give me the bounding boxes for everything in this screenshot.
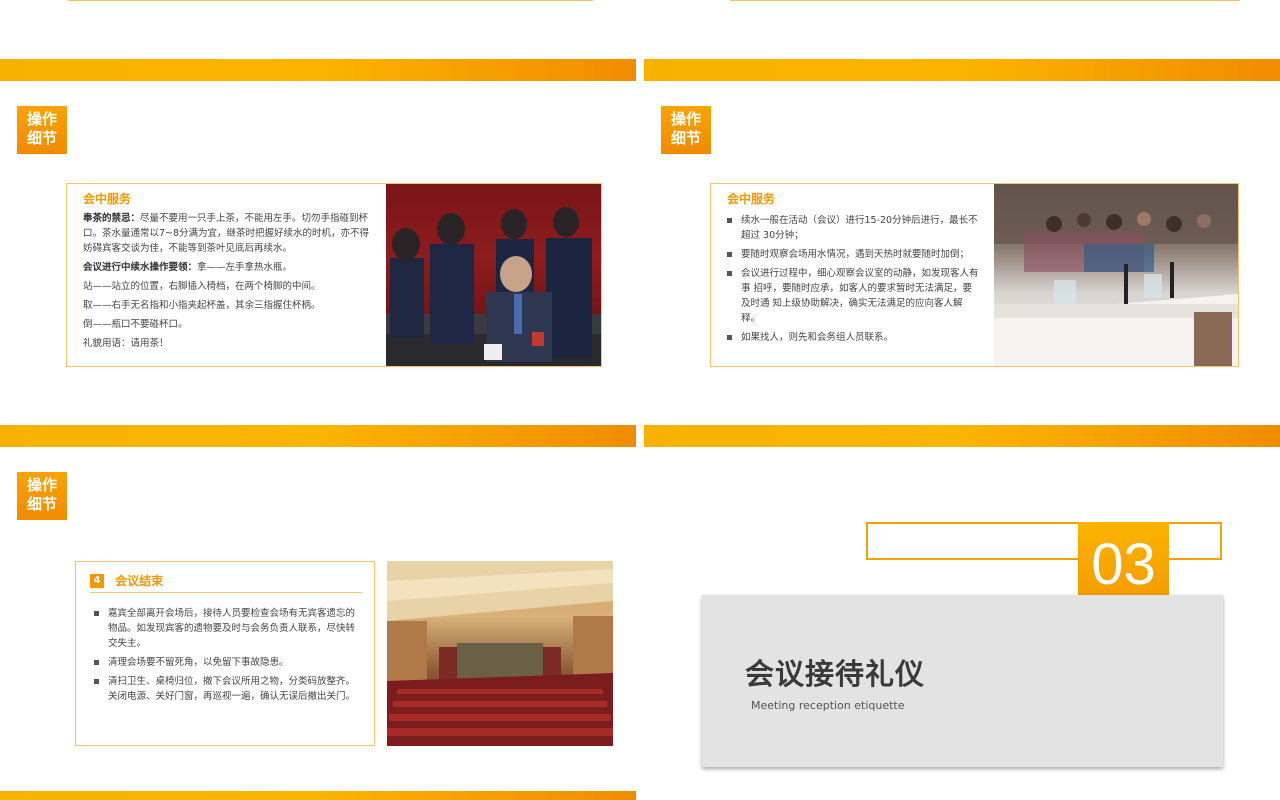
divider-line [730,0,1240,1]
bullet-item: 清理会场要不留死角，以免留下事故隐患。 [94,655,362,670]
footer-bar [0,791,636,800]
refill-paragraph: 会议进行中续水操作要领：拿——左手拿热水瓶。 [83,260,373,275]
step-number-badge: 4 [90,573,104,588]
tea-service-photo [386,184,601,366]
meeting-room-photo [994,184,1238,366]
slide-thumbnail-2[interactable]: 操作 细节 会中服务 续水一般在活动（会议）进行15-20分钟后进行，最长不超过… [644,59,1280,421]
step-line: 站——站立的位置，右脚插入椅档，在两个椅脚的中间。 [83,281,321,292]
step-line: 礼貌用语：请用茶！ [83,338,169,349]
content-card: 会中服务 奉茶的禁忌：尽量不要用一只手上茶，不能用左手。切勿手指碰到杯口。茶水量… [66,183,602,367]
card-title: 会中服务 [727,192,776,206]
content-card: 4 会议结束 嘉宾全部离开会场后，接待人员要检查会场有无宾客遗忘的物品。如发现宾… [75,561,375,746]
tag-label: 操作 细节 [26,476,57,513]
tea-service-illustration [386,207,601,366]
tag-label: 操作 细节 [670,110,701,147]
slide-partial-top-left[interactable] [0,0,636,55]
tea-taboo-heading: 奉茶的禁忌： [83,213,141,224]
section-number: 03 [1091,532,1156,597]
card-title: 会议结束 [115,574,164,588]
slide-thumbnail-1[interactable]: 操作 细节 会中服务 奉茶的禁忌：尽量不要用一只手上茶，不能用左手。切勿手指碰到… [0,59,636,421]
auditorium-photo [387,561,613,746]
header-bar [644,425,1280,447]
header-bar [0,425,636,447]
section-tag: 操作 细节 [17,106,67,154]
header-bar [0,59,636,81]
service-bullets: 续水一般在活动（会议）进行15-20分钟后进行，最长不超过 30分钟； 要随时观… [727,213,979,345]
auditorium-illustration [387,561,613,746]
refill-heading: 会议进行中续水操作要领： [83,262,198,273]
card-header: 4 会议结束 [90,570,362,593]
step-line: 倒——瓶口不要碰杯口。 [83,319,188,330]
content-card: 会中服务 续水一般在活动（会议）进行15-20分钟后进行，最长不超过 30分钟；… [710,183,1239,367]
tea-taboo-paragraph: 奉茶的禁忌：尽量不要用一只手上茶，不能用左手。切勿手指碰到杯口。茶水量通常以7~… [83,211,373,256]
bullet-item: 嘉宾全部离开会场后，接待人员要检查会场有无宾客遗忘的物品。如发现宾客的遗物要及时… [94,606,362,651]
bullet-item: 会议进行过程中，细心观察会议室的动静，如发现客人有事 招呼，要随时应承，如客人的… [727,266,979,326]
card-title: 会中服务 [83,192,132,206]
section-tag: 操作 细节 [17,472,67,520]
bullet-item: 续水一般在活动（会议）进行15-20分钟后进行，最长不超过 30分钟； [727,213,979,243]
refill-text: 拿——左手拿热水瓶。 [197,262,293,273]
slide-thumbnail-4[interactable]: 03 会议接待礼仪 Meeting reception etiquette [644,425,1280,800]
tag-label: 操作 细节 [26,110,57,147]
section-tag: 操作 细节 [661,106,711,154]
divider-line [68,0,593,1]
end-of-meeting-bullets: 嘉宾全部离开会场后，接待人员要检查会场有无宾客遗忘的物品。如发现宾客的遗物要及时… [94,606,362,708]
section-title: 会议接待礼仪 [745,657,926,691]
section-subtitle: Meeting reception etiquette [751,699,905,712]
slide-thumbnail-3[interactable]: 操作 细节 4 会议结束 嘉宾全部离开会场后，接待人员要检查会场有无宾客遗忘的物… [0,425,636,800]
slide-partial-top-right[interactable] [644,0,1280,55]
bullet-item: 如果找人，则先和会务组人员联系。 [727,330,979,345]
bullet-item: 要随时观察会场用水情况，遇到天热时就要随时加倒； [727,247,979,262]
header-bar [644,59,1280,81]
step-line: 取——右手无名指和小指夹起杯盖，其余三指握住杯柄。 [83,300,321,311]
bullet-item: 清扫卫生、桌椅归位，撤下会议所用之物，分类码放整齐。关闭电源、关好门窗，再巡视一… [94,674,362,704]
meeting-room-illustration [994,184,1238,366]
